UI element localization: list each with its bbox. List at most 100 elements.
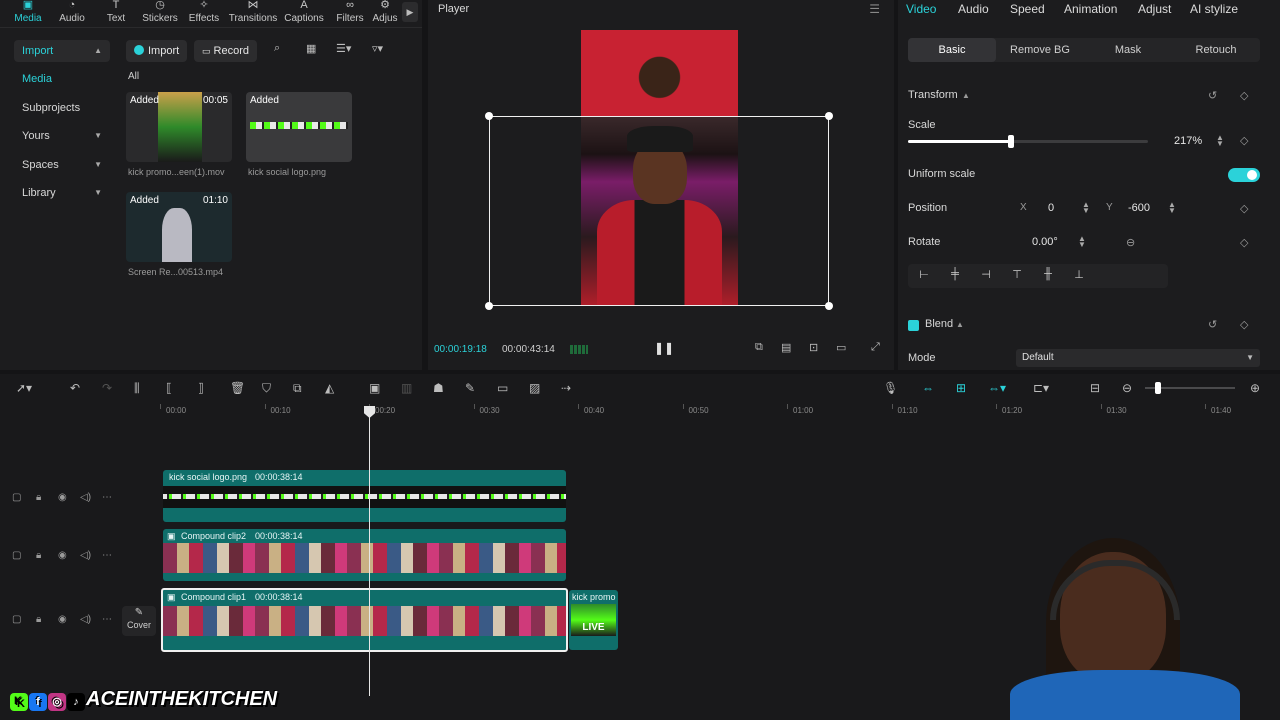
freeze-icon[interactable]: ▥ <box>401 381 412 395</box>
tabs-scroll-right-icon[interactable]: ▶ <box>402 2 418 22</box>
media-item-kick-promo[interactable]: Added 00:05 <box>126 92 232 162</box>
pos-y-input[interactable]: -600 <box>1128 202 1150 214</box>
scale-slider-knob[interactable] <box>1008 135 1015 148</box>
subtab-retouch[interactable]: Retouch <box>1172 38 1260 62</box>
media-item-screen-recording[interactable]: Added 01:10 <box>126 192 232 262</box>
tab-effects[interactable]: ✧ Effects <box>182 0 226 28</box>
cover-button[interactable]: ✎ Cover <box>122 606 156 636</box>
nav-library[interactable]: Library ▼ <box>14 182 110 204</box>
filter-icon[interactable]: ▿▾ <box>372 42 383 55</box>
link-icon[interactable]: ⇔ <box>922 381 934 395</box>
track-thumb-icon[interactable]: ▢ <box>12 492 21 503</box>
image-icon[interactable]: ▨ <box>529 381 540 395</box>
record-button[interactable]: ▭ Record <box>194 40 257 62</box>
transform-label[interactable]: Transform <box>908 89 958 101</box>
nav-subprojects[interactable]: Subprojects <box>14 97 110 119</box>
tab-audio[interactable]: ◔ Audio <box>50 0 94 28</box>
fullscreen-icon[interactable]: ⤢ <box>871 341 880 354</box>
zoom-in-icon[interactable]: ⊕ <box>1250 381 1260 395</box>
speaker-icon[interactable]: ◁) <box>80 550 91 561</box>
align-center-h-icon[interactable]: ╪ <box>945 268 965 284</box>
lock-icon[interactable]: 🔒︎ <box>36 614 41 625</box>
person-icon[interactable]: ☗ <box>433 381 444 395</box>
blend-checkbox[interactable] <box>908 320 919 331</box>
clip-kick-promo[interactable]: kick promo LIVE <box>569 590 618 650</box>
resize-handle-bottom-left[interactable] <box>485 302 493 310</box>
tab-adjust[interactable]: ⚙ Adjus <box>370 0 400 28</box>
split-right-icon[interactable]: ⟧ <box>198 381 204 395</box>
crop-clip-icon[interactable]: ⧉ <box>293 381 302 396</box>
nav-spaces[interactable]: Spaces ▼ <box>14 154 110 176</box>
eye-icon[interactable]: ◉ <box>58 550 67 561</box>
fit-timeline-icon[interactable]: ⊟ <box>1090 381 1100 395</box>
rotate-input[interactable]: 0.00° <box>1032 236 1058 248</box>
clip-compound-2[interactable]: ▣ Compound clip2 00:00:38:14 <box>163 529 566 581</box>
tab-audio-props[interactable]: Audio <box>958 2 989 16</box>
menu-icon[interactable]: ☰ <box>869 2 880 16</box>
tab-text[interactable]: T Text <box>94 0 138 28</box>
microphone-icon[interactable]: 🎙 <box>883 381 898 395</box>
subtab-basic[interactable]: Basic <box>908 38 996 62</box>
redo-icon[interactable]: ↷ <box>102 381 112 395</box>
lock-icon[interactable]: 🔒︎ <box>36 550 41 561</box>
timeline-ruler[interactable]: 00:00 00:10 00:20 00:30 00:40 00:50 01:00 01:10… <box>160 404 1280 418</box>
nav-yours[interactable]: Yours ▼ <box>14 125 110 147</box>
keyframe-icon[interactable]: ◇ <box>1240 89 1248 102</box>
search-icon[interactable]: ⌕ <box>274 42 280 55</box>
resize-handle-top-right[interactable] <box>825 112 833 120</box>
delete-icon[interactable]: 🗑 <box>230 381 245 395</box>
quality-icon[interactable]: ▤ <box>781 341 791 354</box>
reset-icon[interactable]: ↺ <box>1208 89 1217 102</box>
align-center-v-icon[interactable]: ╫ <box>1038 268 1058 284</box>
tab-adjust-props[interactable]: Adjust <box>1138 2 1171 16</box>
magnet-icon[interactable]: ⊞ <box>956 381 966 395</box>
track-thumb-icon[interactable]: ▢ <box>12 550 21 561</box>
zoom-slider-knob[interactable] <box>1155 382 1161 394</box>
track-thumb-icon[interactable]: ▢ <box>12 614 21 625</box>
pos-y-stepper-icon[interactable]: ▲ ▼ <box>1168 201 1176 215</box>
transform-selection-box[interactable] <box>485 112 833 310</box>
resize-handle-bottom-right[interactable] <box>825 302 833 310</box>
reset-icon[interactable]: ↺ <box>1208 318 1217 331</box>
scale-slider[interactable] <box>908 135 1148 148</box>
resize-handle-top-left[interactable] <box>485 112 493 120</box>
fit-screen-icon[interactable]: ⊡ <box>809 341 818 354</box>
eye-icon[interactable]: ◉ <box>58 492 67 503</box>
sort-icon[interactable]: ☰▾ <box>336 42 351 55</box>
tab-animation[interactable]: Animation <box>1064 2 1117 16</box>
captions-tool-icon[interactable]: ▭ <box>497 381 508 395</box>
snap-icon[interactable]: ⇔▾ <box>988 381 1006 395</box>
pause-icon[interactable]: ❚❚ <box>654 341 674 355</box>
crop-icon[interactable]: ⧉ <box>755 341 763 354</box>
undo-icon[interactable]: ↶ <box>70 381 80 395</box>
preview-axis-icon[interactable]: ⊏▾ <box>1033 381 1049 395</box>
nav-import[interactable]: Import ▲ <box>14 40 110 62</box>
lock-icon[interactable]: 🔒︎ <box>36 492 41 503</box>
rotate-dial-icon[interactable]: ⊖ <box>1126 236 1135 249</box>
speaker-icon[interactable]: ◁) <box>80 614 91 625</box>
split-icon[interactable]: ⫼ <box>134 381 140 396</box>
scale-value[interactable]: 217% <box>1174 135 1202 147</box>
pos-x-stepper-icon[interactable]: ▲ ▼ <box>1082 201 1090 215</box>
tab-stickers[interactable]: ◷ Stickers <box>138 0 182 28</box>
speaker-icon[interactable]: ◁) <box>80 492 91 503</box>
speed-icon[interactable]: ◭ <box>325 381 334 395</box>
playhead[interactable] <box>364 406 375 696</box>
keyframe-icon[interactable]: ◇ <box>1240 318 1248 331</box>
compound-icon[interactable]: ▣ <box>369 381 380 395</box>
subtab-mask[interactable]: Mask <box>1084 38 1172 62</box>
align-top-icon[interactable]: ⊤ <box>1007 268 1027 284</box>
tab-media[interactable]: ▣ Media <box>6 0 50 28</box>
tab-speed[interactable]: Speed <box>1010 2 1045 16</box>
rotate-stepper-icon[interactable]: ▲ ▼ <box>1078 235 1086 249</box>
keyframe-icon[interactable]: ◇ <box>1240 202 1248 215</box>
marker-icon[interactable]: ⇢ <box>561 381 571 395</box>
chevron-up-icon[interactable]: ▲ <box>962 91 970 100</box>
blend-mode-select[interactable]: Default ▼ <box>1016 349 1260 367</box>
eye-icon[interactable]: ◉ <box>58 614 67 625</box>
align-right-icon[interactable]: ⊣ <box>976 268 996 284</box>
more-icon[interactable]: ⋯ <box>102 492 112 503</box>
tab-transitions[interactable]: ⋈ Transitions <box>226 0 280 28</box>
aspect-ratio-icon[interactable]: ▭ <box>836 341 846 354</box>
view-grid-icon[interactable]: ▦ <box>306 42 316 55</box>
